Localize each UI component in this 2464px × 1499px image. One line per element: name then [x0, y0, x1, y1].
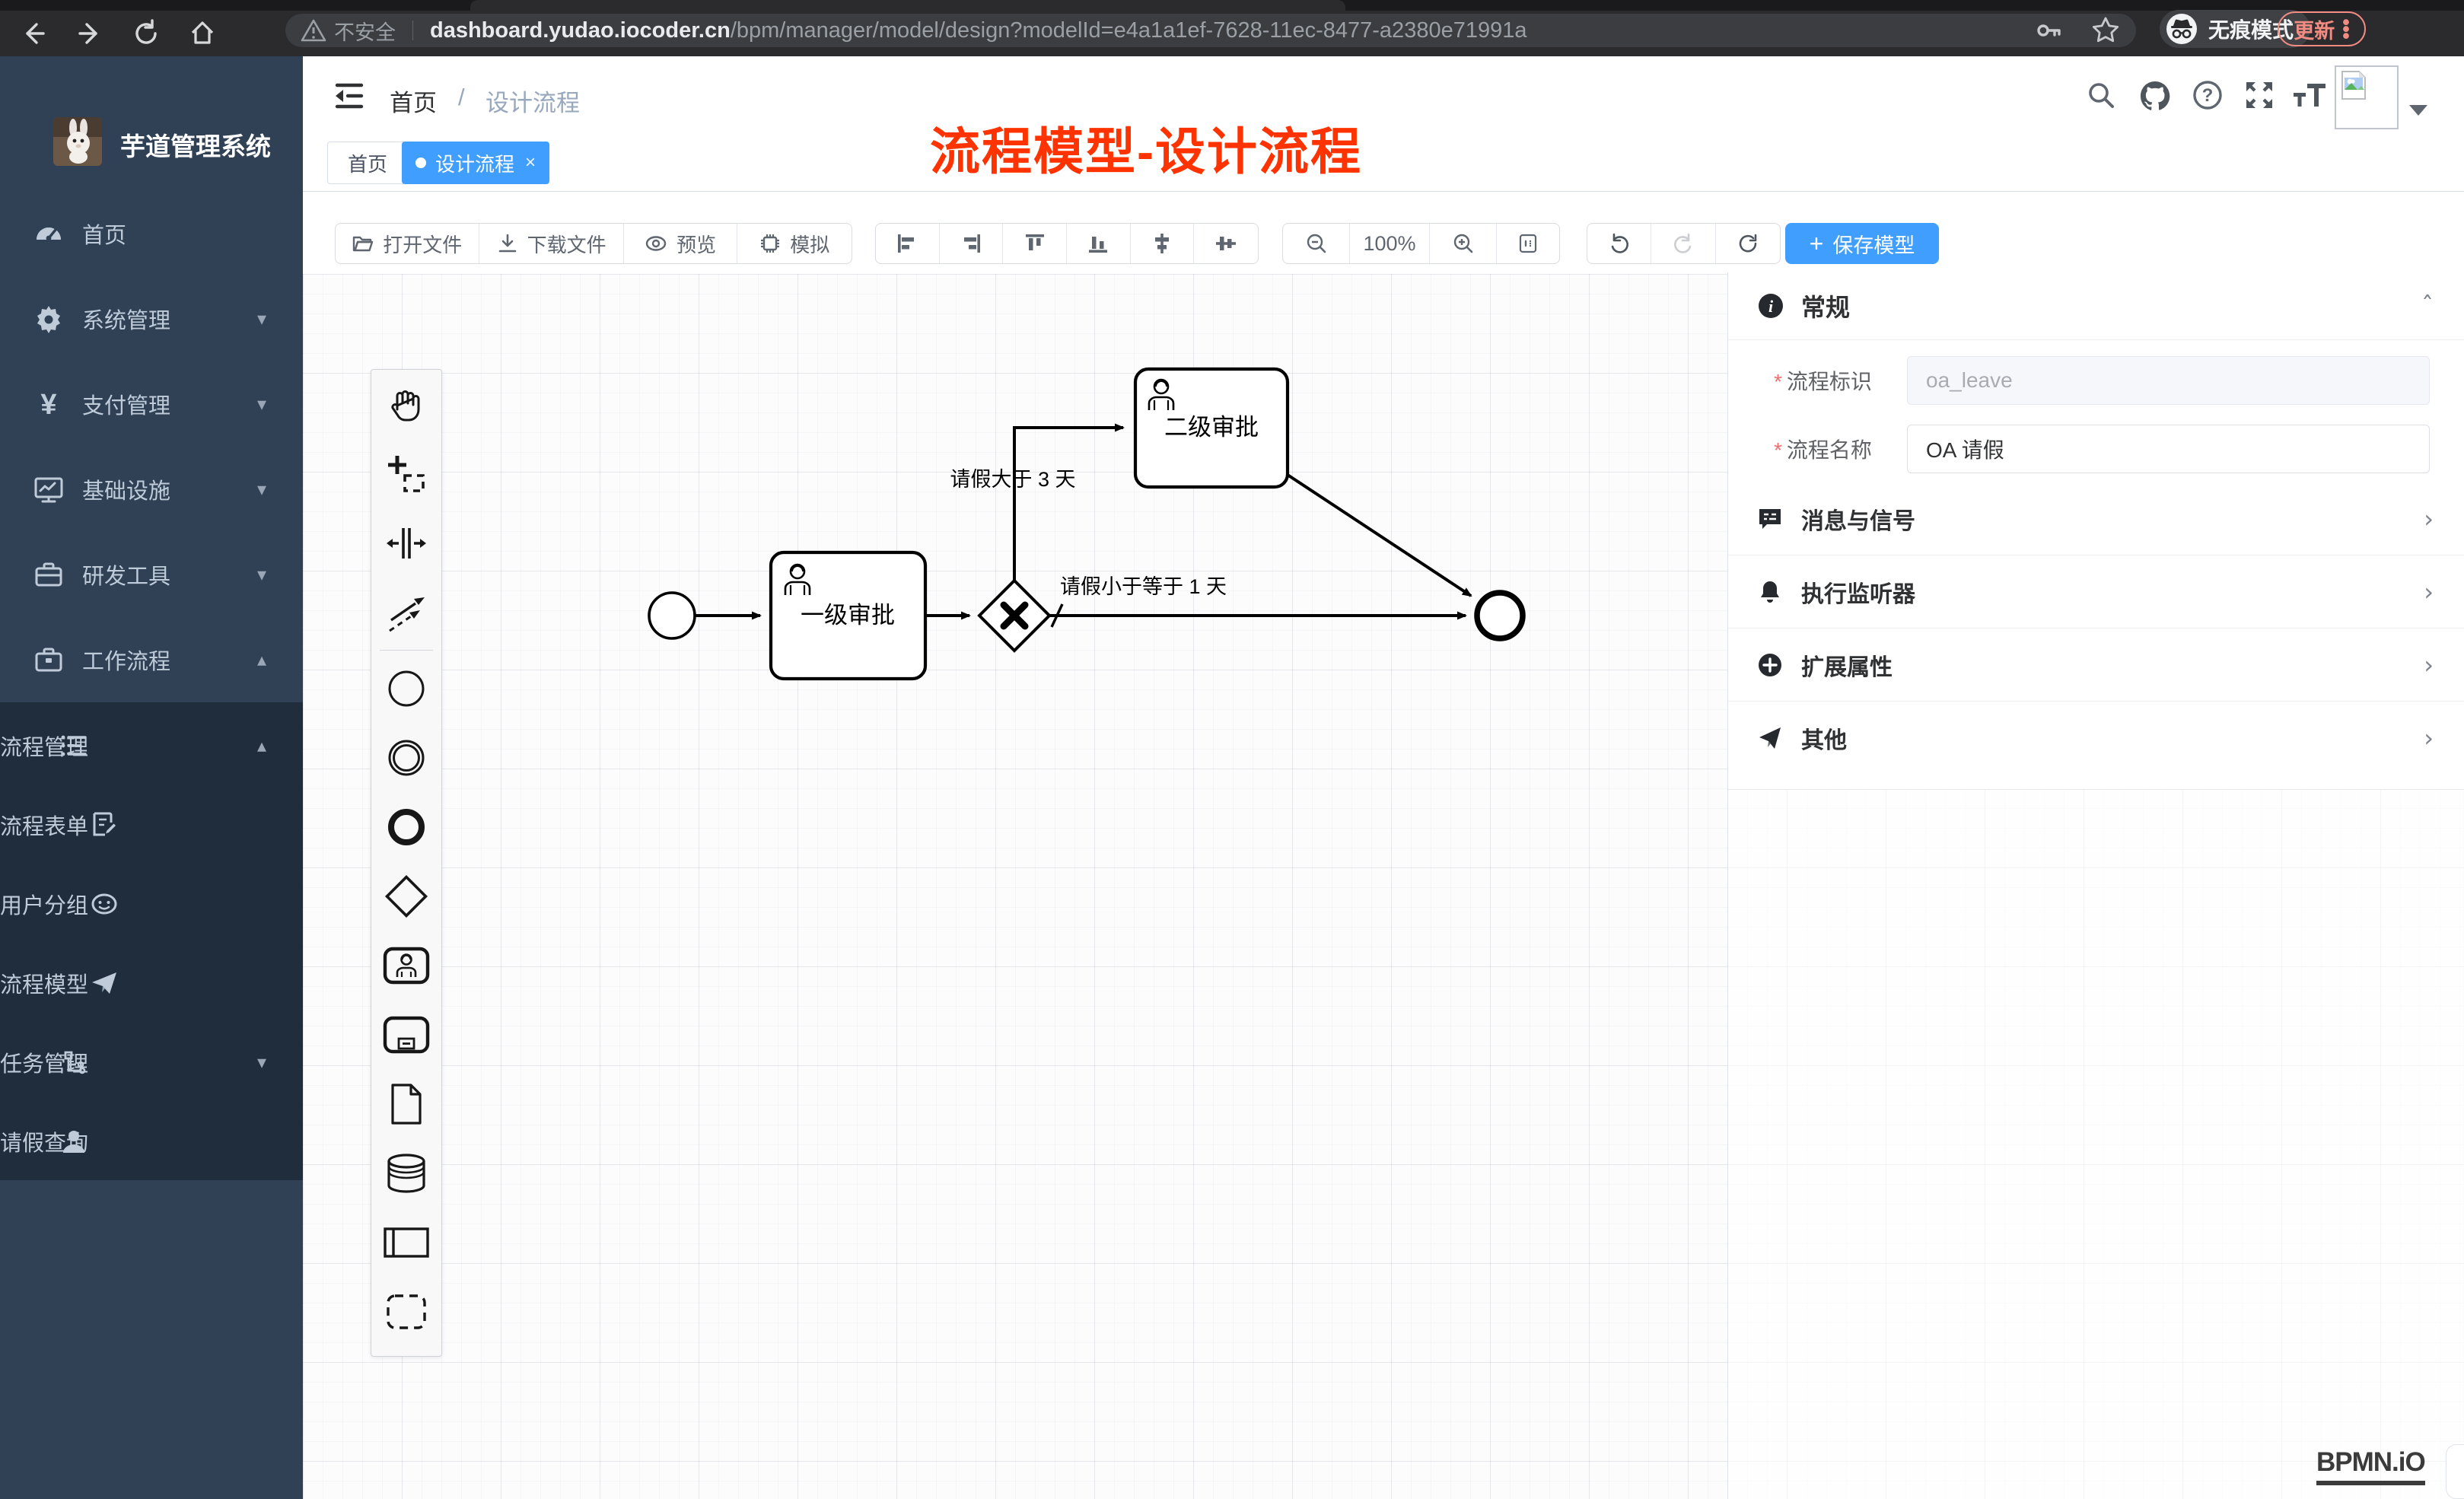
bpmn-diagram: 一级审批 请假小于等于 1 天 请假大于 3 天 二级审批: [303, 192, 2464, 1499]
sidebar-item-leave-query[interactable]: 请假查询: [0, 1102, 303, 1181]
url-domain[interactable]: dashboard.yudao.iocoder.cn: [430, 18, 731, 43]
breadcrumb-sep: /: [458, 84, 465, 111]
caret-down-icon[interactable]: [2409, 105, 2427, 116]
tab-label: 设计流程: [435, 149, 514, 177]
form-icon: [90, 810, 119, 839]
address-bar-actions: [2034, 15, 2121, 46]
sequence-flow[interactable]: [1288, 475, 1471, 596]
sidebar-item-label: 流程模型: [0, 967, 88, 999]
forward-icon[interactable]: [73, 17, 107, 50]
sidebar-item-process-mgmt[interactable]: 流程管理 ▴: [0, 706, 303, 785]
key-icon[interactable]: [2034, 16, 2063, 45]
star-icon[interactable]: [2090, 15, 2121, 46]
dashboard-icon: [33, 218, 64, 249]
chevron-down-icon: ▾: [257, 393, 266, 415]
bpmn-io-watermark[interactable]: BPMN.iO: [2316, 1447, 2425, 1485]
svg-text:?: ?: [2202, 85, 2214, 106]
sidebar-item-label: 首页: [82, 218, 126, 250]
sidebar: 芋道管理系统 首页 系统管理 ▾ ¥ 支付管理 ▾ 基础设施 ▾ 研发工具 ▾: [0, 56, 303, 1499]
sidebar-item-process-form[interactable]: 流程表单: [0, 785, 303, 864]
end-event-node[interactable]: [1477, 593, 1523, 638]
home-icon[interactable]: [186, 17, 219, 50]
chevron-down-icon: ▾: [257, 564, 266, 586]
sidebar-item-label: 工作流程: [82, 644, 170, 676]
help-icon[interactable]: ?: [2192, 79, 2225, 113]
gear-icon: [33, 304, 64, 334]
sidebar-item-process-model[interactable]: 流程模型: [0, 944, 303, 1023]
chevron-down-icon: ▾: [257, 308, 266, 330]
back-icon[interactable]: [17, 17, 50, 50]
incognito-icon: [2166, 13, 2198, 45]
sequence-flow[interactable]: [1014, 428, 1123, 581]
screen: 不安全 dashboard.yudao.iocoder.cn/bpm/manag…: [0, 0, 2464, 1499]
tagsview-bar: [303, 137, 2464, 192]
sidebar-item-home[interactable]: 首页: [0, 191, 303, 276]
list-icon: [59, 731, 88, 760]
user-task-node-level2[interactable]: 二级审批: [1135, 369, 1288, 487]
workflow-submenu: 流程管理 ▴ 流程表单 用户分组 流程模型 任务管理 ▾: [0, 702, 303, 1180]
sidebar-item-infra[interactable]: 基础设施 ▾: [0, 447, 303, 532]
url-path[interactable]: /bpm/manager/model/design?modelId=e4a1a1…: [731, 18, 1527, 43]
edge-label-gt3[interactable]: 请假大于 3 天: [950, 468, 1075, 491]
user-group-icon: [90, 890, 119, 918]
warning-icon: [301, 18, 326, 43]
monitor-icon: [33, 474, 64, 504]
sidebar-item-user-group[interactable]: 用户分组: [0, 864, 303, 944]
fullscreen-icon[interactable]: [2243, 79, 2277, 113]
sidebar-item-payment[interactable]: ¥ 支付管理 ▾: [0, 361, 303, 447]
user-task-node-level1[interactable]: 一级审批: [771, 552, 925, 679]
tab-home[interactable]: 首页: [327, 142, 408, 184]
tab-design-active[interactable]: 设计流程 ×: [402, 142, 549, 184]
sidebar-item-label: 支付管理: [82, 388, 170, 420]
app-logo[interactable]: [53, 117, 102, 166]
chevron-up-icon: ▴: [257, 649, 266, 671]
browser-tab[interactable]: [470, 0, 1345, 11]
person-icon: [59, 1127, 88, 1156]
sidebar-item-label: 系统管理: [82, 303, 170, 335]
active-dot: [415, 158, 426, 168]
sidebar-item-devtools[interactable]: 研发工具 ▾: [0, 532, 303, 617]
breadcrumb-home[interactable]: 首页: [390, 84, 437, 118]
sidebar-item-workflow[interactable]: 工作流程 ▴: [0, 617, 303, 702]
yen-icon: ¥: [33, 389, 64, 419]
app-title: 芋道管理系统: [120, 126, 271, 163]
search-icon[interactable]: [2085, 79, 2119, 113]
sidebar-item-task-mgmt[interactable]: 任务管理 ▾: [0, 1023, 303, 1102]
sidebar-item-label: 流程表单: [0, 809, 88, 841]
avatar[interactable]: [2335, 65, 2399, 129]
task-label: 一级审批: [801, 602, 895, 629]
update-label: 更新: [2294, 14, 2335, 44]
sidebar-item-label: 研发工具: [82, 559, 170, 590]
sidebar-item-label: 用户分组: [0, 888, 88, 920]
toolbox-icon: [33, 559, 64, 590]
svg-text:¥: ¥: [40, 389, 56, 419]
address-bar[interactable]: 不安全 dashboard.yudao.iocoder.cn/bpm/manag…: [285, 14, 2136, 47]
reload-icon[interactable]: [129, 17, 163, 50]
chevron-up-icon: ▴: [257, 735, 266, 757]
breadcrumb-current: 设计流程: [485, 84, 580, 118]
divider: [412, 21, 413, 40]
collapse-menu-icon[interactable]: [333, 79, 366, 113]
task-label: 二级审批: [1164, 414, 1259, 441]
security-label[interactable]: 不安全: [334, 16, 396, 46]
github-icon[interactable]: [2138, 79, 2172, 113]
briefcase-icon: [33, 644, 64, 675]
sidebar-item-label: 基础设施: [82, 473, 170, 505]
edge-label-le1[interactable]: 请假小于等于 1 天: [1060, 575, 1227, 598]
branch-icon: [59, 1048, 88, 1077]
sidebar-item-system[interactable]: 系统管理 ▾: [0, 276, 303, 361]
paper-plane-icon: [90, 969, 119, 998]
chevron-down-icon: ▾: [257, 479, 266, 501]
close-icon[interactable]: ×: [525, 152, 536, 173]
overlay-title: 流程模型-设计流程: [930, 111, 1362, 184]
more-vert-icon[interactable]: •••: [2342, 19, 2349, 40]
chevron-down-icon: ▾: [257, 1052, 266, 1074]
exclusive-gateway-node[interactable]: [979, 581, 1049, 651]
start-event-node[interactable]: [649, 593, 695, 638]
font-size-icon[interactable]: [2292, 79, 2326, 113]
update-button[interactable]: 更新 •••: [2278, 11, 2366, 46]
tab-label: 首页: [348, 149, 387, 177]
